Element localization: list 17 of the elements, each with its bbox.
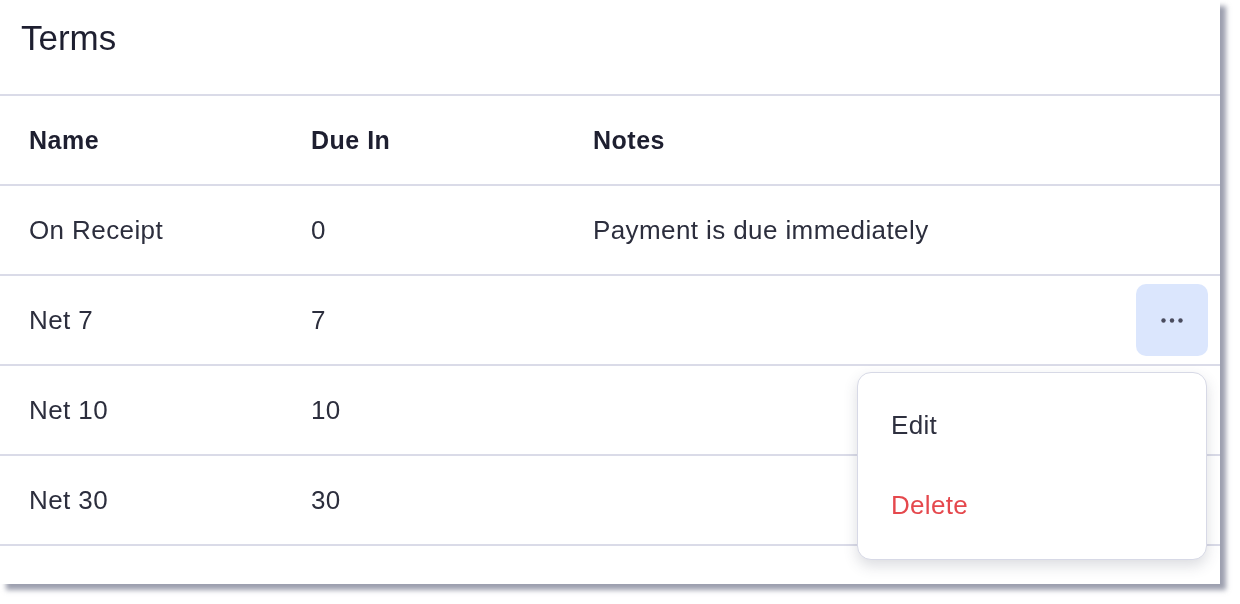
table-cell-text: Net 10: [28, 394, 109, 426]
table-cell-text: 0: [310, 214, 327, 246]
column-header: Name: [28, 125, 101, 155]
table-cell-text: On Receipt: [28, 214, 165, 246]
table-cell-text: 10: [310, 394, 342, 426]
column-header: Due In: [310, 125, 392, 155]
table-cell-text: 30: [310, 484, 342, 516]
table-cell: Payment is due immediately: [593, 214, 929, 245]
table-cell-text: Net 30: [28, 484, 109, 516]
table-cell-text: 7: [310, 304, 327, 336]
page-title: Terms: [21, 18, 117, 58]
table-cell-text: Net 7: [28, 304, 95, 336]
column-header: Notes: [592, 125, 666, 155]
more-icon: [1161, 317, 1183, 323]
menu-item[interactable]: Delete: [858, 465, 1206, 545]
menu-item[interactable]: Edit: [858, 385, 1206, 465]
more-button[interactable]: [1136, 284, 1208, 356]
